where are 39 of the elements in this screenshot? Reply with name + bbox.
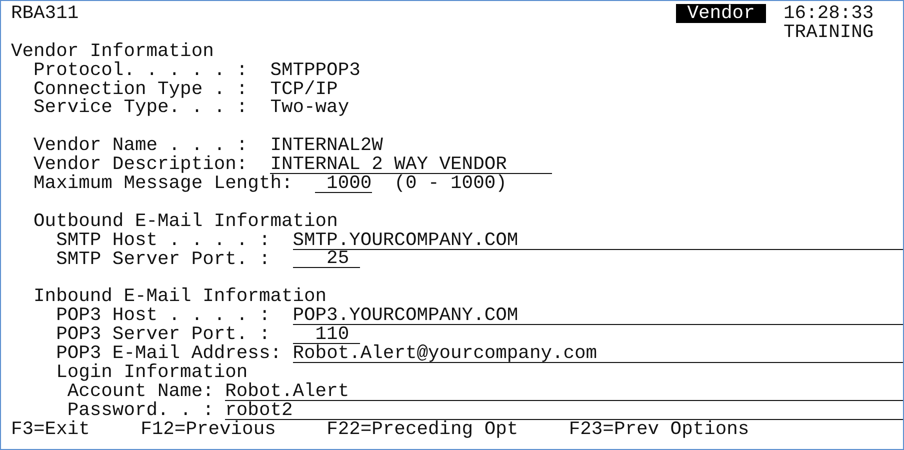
input-field[interactable]: robot2: [225, 402, 903, 420]
section-heading: Inbound E-Mail Information: [34, 287, 327, 306]
field-label: Vendor Name . . . :: [34, 136, 249, 156]
field-value: SMTPPOP3: [270, 60, 360, 80]
input-field[interactable]: INTERNAL 2 WAY VENDOR: [270, 156, 552, 174]
program-name: RBA311: [11, 4, 79, 23]
field-label: POP3 Host . . . . :: [56, 306, 272, 326]
input-field[interactable]: Robot.Alert: [225, 382, 903, 401]
subsection-heading: Login Information: [56, 362, 248, 382]
field-label: Password. . :: [67, 400, 214, 420]
time-text: 16:28:33: [784, 4, 874, 23]
input-field[interactable]: 25: [292, 250, 360, 268]
input-field[interactable]: SMTP.YOURCOMPANY.COM: [292, 232, 903, 250]
section-heading: Outbound E-Mail Information: [34, 212, 338, 231]
field-label: Account Name:: [67, 382, 214, 401]
field-label: Protocol. . . . . :: [34, 60, 249, 80]
section-heading: Vendor Information: [11, 42, 214, 61]
field-label: Connection Type . :: [34, 80, 249, 98]
field-value: Two-way: [270, 98, 350, 118]
screen-title: Vendor: [676, 4, 766, 23]
field-label: POP3 E-Mail Address:: [56, 344, 282, 363]
function-key-hint: F23=Prev Options: [568, 420, 750, 438]
field-label: SMTP Host . . . . :: [56, 230, 272, 250]
function-key-hint: F22=Preceding Opt: [326, 420, 518, 438]
input-field[interactable]: Robot.Alert@yourcompany.com: [292, 344, 903, 363]
field-value: INTERNAL2W: [270, 136, 383, 156]
field-label: Service Type. . . :: [34, 98, 249, 118]
field-label: POP3 Server Port. :: [56, 325, 270, 344]
input-field[interactable]: POP3.YOURCOMPANY.COM: [292, 307, 903, 326]
range-hint: (0 - 1000): [394, 174, 507, 193]
function-key-hint: F12=Previous: [140, 420, 276, 438]
field-label: Vendor Description:: [34, 155, 248, 174]
field-label: Maximum Message Length:: [34, 174, 293, 193]
environment-label: TRAINING: [784, 22, 874, 42]
function-key-hint: F3=Exit: [11, 420, 90, 438]
input-field[interactable]: 110: [292, 326, 360, 344]
input-field[interactable]: 1000: [315, 174, 372, 193]
field-label: SMTP Server Port. :: [56, 250, 272, 268]
field-value: TCP/IP: [270, 80, 338, 98]
